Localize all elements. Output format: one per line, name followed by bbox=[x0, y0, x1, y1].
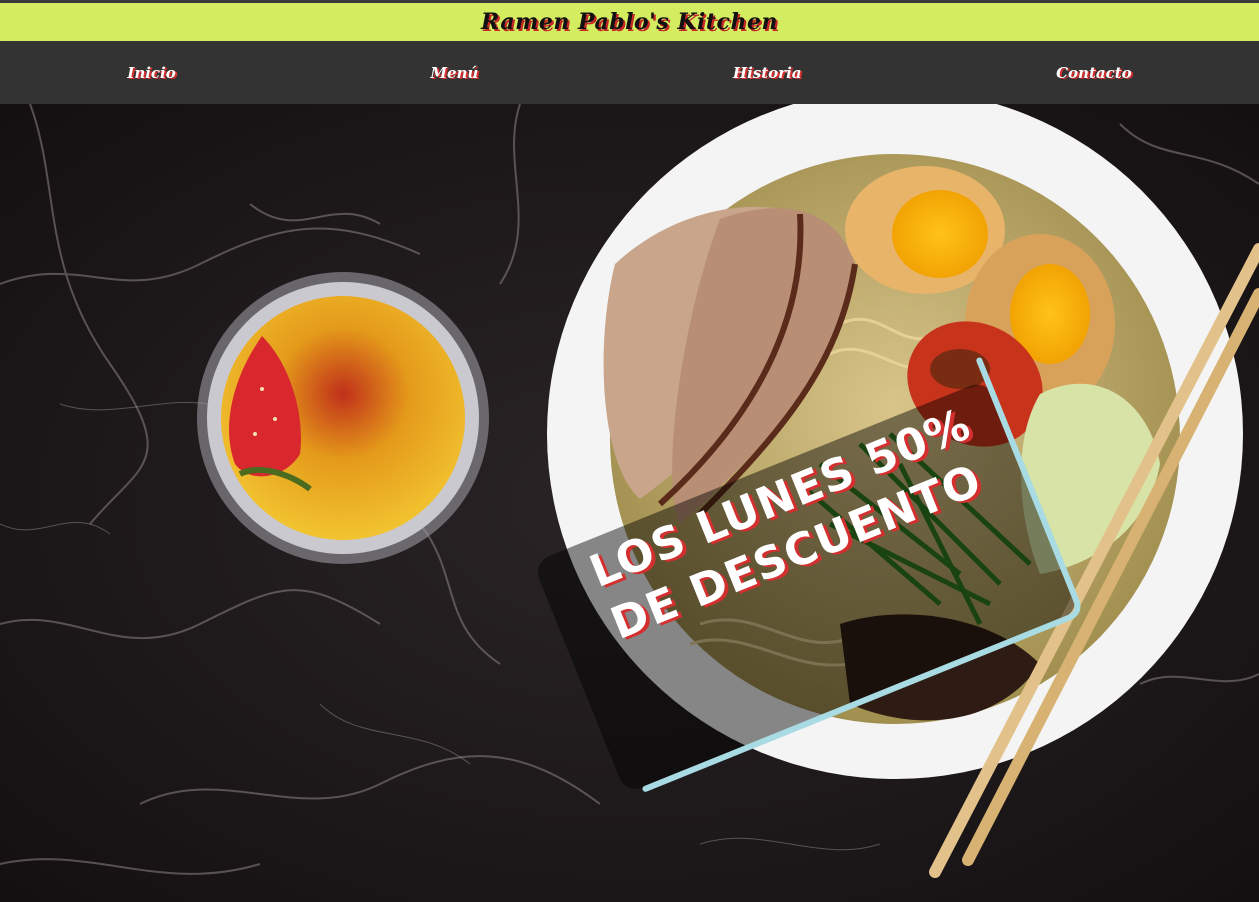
nav-item-inicio[interactable]: Inicio bbox=[127, 64, 175, 82]
hero-banner: los lunes 50% de descuento bbox=[0, 104, 1259, 902]
creme-brulee-dessert bbox=[197, 272, 489, 564]
nav-item-historia[interactable]: Historia bbox=[733, 64, 802, 82]
main-nav: Inicio Menú Historia Contacto bbox=[0, 41, 1259, 104]
nav-item-menu[interactable]: Menú bbox=[430, 64, 478, 82]
nav-item-contacto[interactable]: Contacto bbox=[1056, 64, 1132, 82]
site-header: Ramen Pablo's Kitchen bbox=[0, 3, 1259, 41]
site-title: Ramen Pablo's Kitchen bbox=[481, 9, 778, 35]
